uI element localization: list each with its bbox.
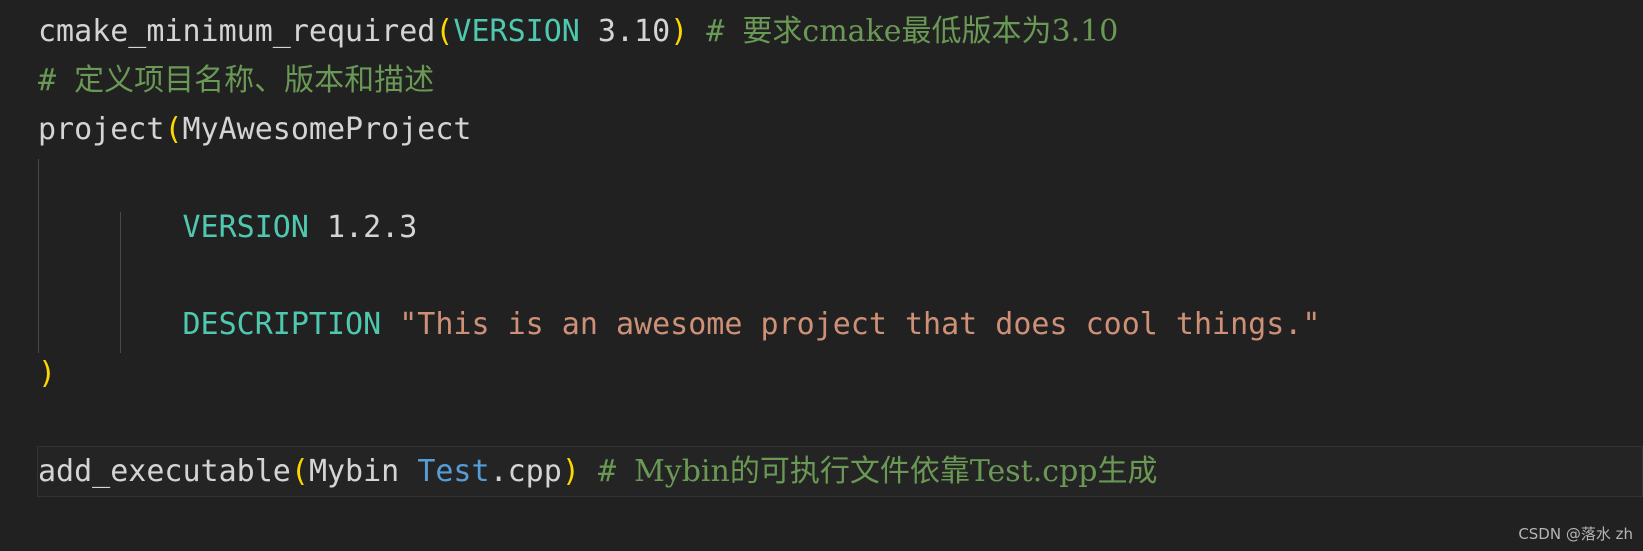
code-token: ) xyxy=(561,454,580,489)
csdn-watermark: CSDN @落水 zh xyxy=(1518,525,1633,543)
code-token: Test xyxy=(417,454,490,489)
code-token: add_executable xyxy=(38,454,291,489)
code-token: ( xyxy=(435,14,454,49)
code-line[interactable]: # 定义项目名称、版本和描述 xyxy=(0,55,434,107)
code-token: # xyxy=(706,14,743,49)
code-editor-pane[interactable]: cmake_minimum_required(VERSION 3.10) # 要… xyxy=(0,0,1643,551)
code-text-surface[interactable]: cmake_minimum_required(VERSION 3.10) # 要… xyxy=(0,0,1643,551)
code-token: ( xyxy=(290,454,309,489)
code-token: Mybin xyxy=(308,454,400,489)
code-line[interactable]: add_executable(Mybin Test.cpp) # Mybin的可… xyxy=(0,446,1157,498)
code-token: 要求cmake最低版本为3.10 xyxy=(742,14,1119,49)
code-token: 1.2.3 xyxy=(327,210,418,245)
indent-guide xyxy=(120,212,121,353)
code-token: ) xyxy=(670,14,689,49)
code-token: Mybin的可执行文件依靠Test.cpp生成 xyxy=(634,454,1158,489)
code-token: 定义项目名称、版本和描述 xyxy=(74,63,435,98)
code-line[interactable]: cmake_minimum_required(VERSION 3.10) # 要… xyxy=(0,6,1118,58)
code-line[interactable]: DESCRIPTION "This is an awesome project … xyxy=(0,299,1321,351)
code-token: project xyxy=(38,112,165,147)
code-token: "This is an awesome project that does co… xyxy=(399,307,1321,342)
code-token: cmake_minimum_required xyxy=(38,14,436,49)
code-token: DESCRIPTION xyxy=(182,307,382,342)
code-token: ) xyxy=(38,356,57,391)
code-token: VERSION xyxy=(182,210,309,245)
indent-guide xyxy=(38,159,39,353)
code-token: # xyxy=(38,63,75,98)
code-token: # xyxy=(597,454,635,489)
code-token: VERSION xyxy=(453,14,580,49)
code-token: MyAwesomeProject xyxy=(182,112,472,147)
code-token: ( xyxy=(164,112,183,147)
code-token: .cpp xyxy=(489,454,562,489)
code-token: 3.10 xyxy=(597,14,671,49)
code-line[interactable]: VERSION 1.2.3 xyxy=(0,202,418,254)
code-line[interactable]: ) xyxy=(0,348,56,400)
code-line[interactable]: project(MyAwesomeProject xyxy=(0,104,471,156)
